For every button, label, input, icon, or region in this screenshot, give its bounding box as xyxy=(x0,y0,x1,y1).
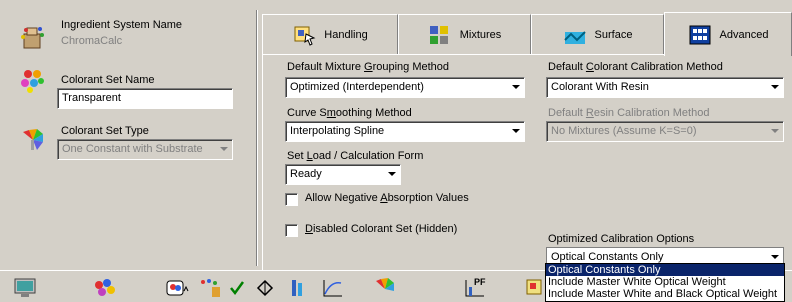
ingredient-system-value: ChromaCalc xyxy=(61,35,123,47)
bars-button[interactable] xyxy=(282,275,312,301)
bars-icon xyxy=(292,280,302,296)
pf-button[interactable]: PF xyxy=(460,275,490,301)
dots-icon xyxy=(201,279,220,297)
allow-negative-mnemonic: A xyxy=(380,192,388,204)
fan-icon xyxy=(376,278,394,291)
surface-icon xyxy=(563,24,587,46)
load-form-value: Ready xyxy=(290,168,322,180)
dropdown-option[interactable]: Optical Constants Only xyxy=(546,264,784,276)
resin-method-select[interactable]: No Mixtures (Assume K=S=0) xyxy=(546,121,784,142)
load-form-label: Set Load / Calculation Form xyxy=(287,150,423,162)
colorant-hand-button[interactable] xyxy=(162,275,192,301)
chevron-down-icon xyxy=(771,129,779,133)
resin-label-post: esin Calibration Method xyxy=(593,107,710,119)
diamond-icon xyxy=(256,279,274,297)
colorant-hand-icon xyxy=(166,280,189,296)
palette-button[interactable] xyxy=(90,275,120,301)
grouping-method-select[interactable]: Optimized (Interdependent) xyxy=(285,77,525,98)
smoothing-label-pre: Curve S xyxy=(287,107,327,119)
palette-icon xyxy=(95,279,115,296)
tab-advanced[interactable]: Advanced xyxy=(664,12,792,56)
calibration-method-label: Default Colorant Calibration Method xyxy=(548,61,723,73)
dropdown-option[interactable]: Include Master White and Black Optical W… xyxy=(546,288,784,300)
chevron-down-icon xyxy=(771,85,779,89)
calibration-method-value: Colorant With Resin xyxy=(551,81,649,93)
handling-icon xyxy=(292,24,316,46)
monitor-icon xyxy=(14,278,36,297)
optimized-options-dropdown: Optical Constants Only Include Master Wh… xyxy=(545,263,785,302)
allow-negative-checkbox[interactable] xyxy=(285,193,298,206)
left-divider-light xyxy=(257,10,258,266)
chevron-down-icon xyxy=(512,85,520,89)
resin-method-label: Default Resin Calibration Method xyxy=(548,107,709,119)
advanced-tab-panel: Default Mixture Grouping Method Optimize… xyxy=(262,54,792,270)
monitor-button[interactable] xyxy=(10,275,40,301)
grouping-label-post: rouping Method xyxy=(372,61,450,73)
colorant-set-icon xyxy=(20,68,46,94)
smoothing-method-label: Curve Smoothing Method xyxy=(287,107,412,119)
misc-icon xyxy=(526,279,542,295)
load-label-pre: Set xyxy=(287,150,307,162)
check-button[interactable] xyxy=(222,275,252,301)
grouping-label-pre: Default Mixture xyxy=(287,61,365,73)
load-form-select[interactable]: Ready xyxy=(285,164,401,185)
pf-text: PF xyxy=(474,277,486,287)
resin-method-value: No Mixtures (Assume K=S=0) xyxy=(551,125,697,137)
disabled-set-mnemonic: D xyxy=(305,223,313,235)
check-icon xyxy=(230,281,245,296)
chevron-down-icon xyxy=(388,172,396,176)
ingredient-system-label: Ingredient System Name xyxy=(61,19,183,31)
calibration-label-post: olorant Calibration Method xyxy=(593,61,723,73)
load-label-post: oad / Calculation Form xyxy=(312,150,424,162)
mixtures-icon xyxy=(428,24,452,46)
curve-icon xyxy=(323,280,342,297)
disabled-set-post: isabled Colorant Set (Hidden) xyxy=(312,223,458,235)
smoothing-method-value: Interpolating Spline xyxy=(290,125,385,137)
grouping-label-mnemonic: G xyxy=(364,61,373,73)
tab-handling-label: Handling xyxy=(324,28,368,41)
fan-button[interactable] xyxy=(370,275,400,301)
tab-advanced-label: Advanced xyxy=(719,28,769,41)
tab-surface[interactable]: Surface xyxy=(531,14,664,54)
calibration-method-select[interactable]: Colorant With Resin xyxy=(546,77,784,98)
grouping-method-label: Default Mixture Grouping Method xyxy=(287,61,449,73)
disabled-set-label[interactable]: Disabled Colorant Set (Hidden) xyxy=(305,223,457,235)
disabled-set-checkbox[interactable] xyxy=(285,224,298,237)
curve-button[interactable] xyxy=(318,275,348,301)
tab-mixtures[interactable]: Mixtures xyxy=(398,14,531,54)
chevron-down-icon xyxy=(220,147,228,151)
colorant-set-type-icon xyxy=(21,128,45,152)
calibration-label-pre: Default xyxy=(548,61,586,73)
smoothing-label-post: oothing Method xyxy=(335,107,412,119)
colorant-set-type-label: Colorant Set Type xyxy=(61,125,149,137)
colorant-set-name-label: Colorant Set Name xyxy=(61,74,155,86)
diamond-button[interactable] xyxy=(250,275,280,301)
tab-surface-label: Surface xyxy=(594,28,633,41)
grouping-method-value: Optimized (Interdependent) xyxy=(290,81,424,93)
allow-negative-pre: Allow Negative xyxy=(305,192,381,204)
tab-mixtures-label: Mixtures xyxy=(459,28,502,41)
smoothing-label-mnemonic: m xyxy=(326,107,336,119)
calibration-label-mnemonic: C xyxy=(585,61,594,73)
optimized-options-value: Optical Constants Only xyxy=(551,251,664,263)
resin-label-mnemonic: R xyxy=(585,107,594,119)
dropdown-option[interactable]: Include Master White Optical Weight xyxy=(546,276,784,288)
chevron-down-icon xyxy=(771,255,779,259)
optimized-options-label: Optimized Calibration Options xyxy=(548,233,695,245)
colorant-set-type-select[interactable]: One Constant with Substrate xyxy=(57,139,233,160)
allow-negative-label[interactable]: Allow Negative Absorption Values xyxy=(305,192,469,204)
chevron-down-icon xyxy=(512,129,520,133)
colorant-set-name-field[interactable]: Transparent xyxy=(57,88,233,109)
tab-handling[interactable]: Handling xyxy=(262,14,398,54)
left-panel: Ingredient System Name ChromaCalc Colora… xyxy=(0,0,262,262)
resin-label-pre: Default xyxy=(548,107,586,119)
colorant-set-type-value: One Constant with Substrate xyxy=(62,143,203,155)
advanced-icon xyxy=(688,24,712,46)
smoothing-method-select[interactable]: Interpolating Spline xyxy=(285,121,525,142)
allow-negative-post: bsorption Values xyxy=(387,192,469,204)
ingredient-system-icon xyxy=(20,24,46,50)
